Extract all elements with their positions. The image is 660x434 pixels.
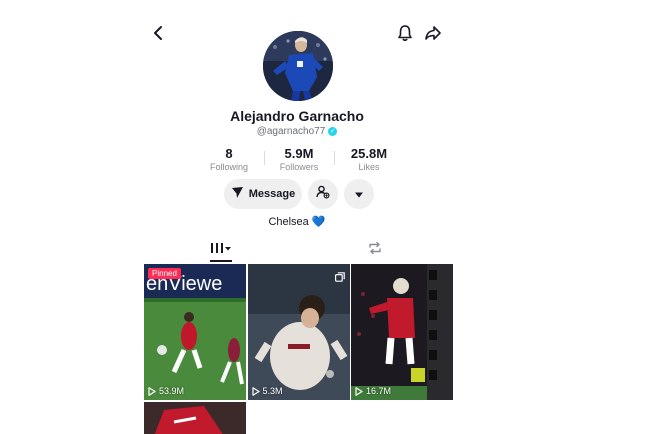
video-thumbnail: enViewe: [144, 264, 246, 400]
stat-followers[interactable]: 5.9M Followers: [264, 146, 334, 172]
stat-following[interactable]: 8 Following: [194, 146, 264, 172]
display-name: Alejandro Garnacho: [230, 108, 364, 124]
play-icon: [148, 386, 156, 396]
pinned-badge: Pinned: [148, 268, 181, 279]
tab-videos[interactable]: [144, 238, 298, 262]
profile-avatar[interactable]: [263, 31, 333, 101]
share-arrow-icon[interactable]: [422, 22, 444, 44]
profile-stats: 8 Following 5.9M Followers 25.8M Likes: [194, 146, 404, 172]
profile-actions: Message: [224, 179, 374, 209]
video-grid: enViewe Pinned 53.9M 5.3M 16.7M: [144, 264, 453, 434]
content-tabs: [144, 238, 452, 262]
stat-value: 5.9M: [284, 146, 314, 161]
stat-value: 25.8M: [350, 146, 388, 161]
username: @agarnacho77: [256, 126, 326, 137]
bell-icon[interactable]: [394, 22, 416, 44]
stat-label: Following: [209, 162, 249, 172]
profile-bio: Chelsea 💙: [0, 215, 594, 228]
send-icon: [231, 186, 244, 202]
video-thumbnail: [351, 264, 453, 400]
blue-heart-emoji: 💙: [311, 216, 326, 228]
multiple-images-icon: [334, 269, 345, 287]
stat-value: 8: [225, 146, 233, 161]
view-count: 53.9M: [148, 386, 184, 396]
stat-label: Followers: [279, 162, 319, 172]
video-tile[interactable]: 16.7M: [351, 264, 453, 400]
video-tile[interactable]: 5.3M: [247, 264, 350, 400]
bio-text: Chelsea: [268, 216, 309, 228]
message-label: Message: [248, 188, 296, 200]
view-count: 5.3M: [251, 386, 283, 396]
username-row: @agarnacho77 ✓: [0, 126, 594, 137]
view-count: 16.7M: [355, 386, 391, 396]
play-icon: [251, 386, 260, 396]
view-count-text: 16.7M: [366, 386, 392, 396]
stat-label: Likes: [358, 162, 380, 172]
play-icon: [355, 386, 363, 396]
view-count-text: 5.3M: [262, 386, 283, 396]
add-friend-button[interactable]: [308, 179, 338, 209]
caret-down-icon: [354, 185, 364, 203]
add-friend-icon: [316, 185, 330, 204]
stat-likes: 25.8M Likes: [334, 146, 404, 172]
verified-badge-icon: ✓: [328, 127, 338, 136]
back-chevron-icon[interactable]: [147, 22, 169, 44]
more-options-button[interactable]: [344, 179, 374, 209]
tab-reposts[interactable]: [298, 238, 452, 262]
video-tile[interactable]: enViewe Pinned 53.9M: [144, 264, 246, 400]
view-count-text: 53.9M: [159, 386, 185, 396]
grid-icon: [210, 241, 232, 259]
video-tile[interactable]: [144, 402, 246, 434]
video-thumbnail: [144, 402, 246, 434]
message-button[interactable]: Message: [224, 179, 302, 209]
repost-icon: [367, 241, 383, 260]
